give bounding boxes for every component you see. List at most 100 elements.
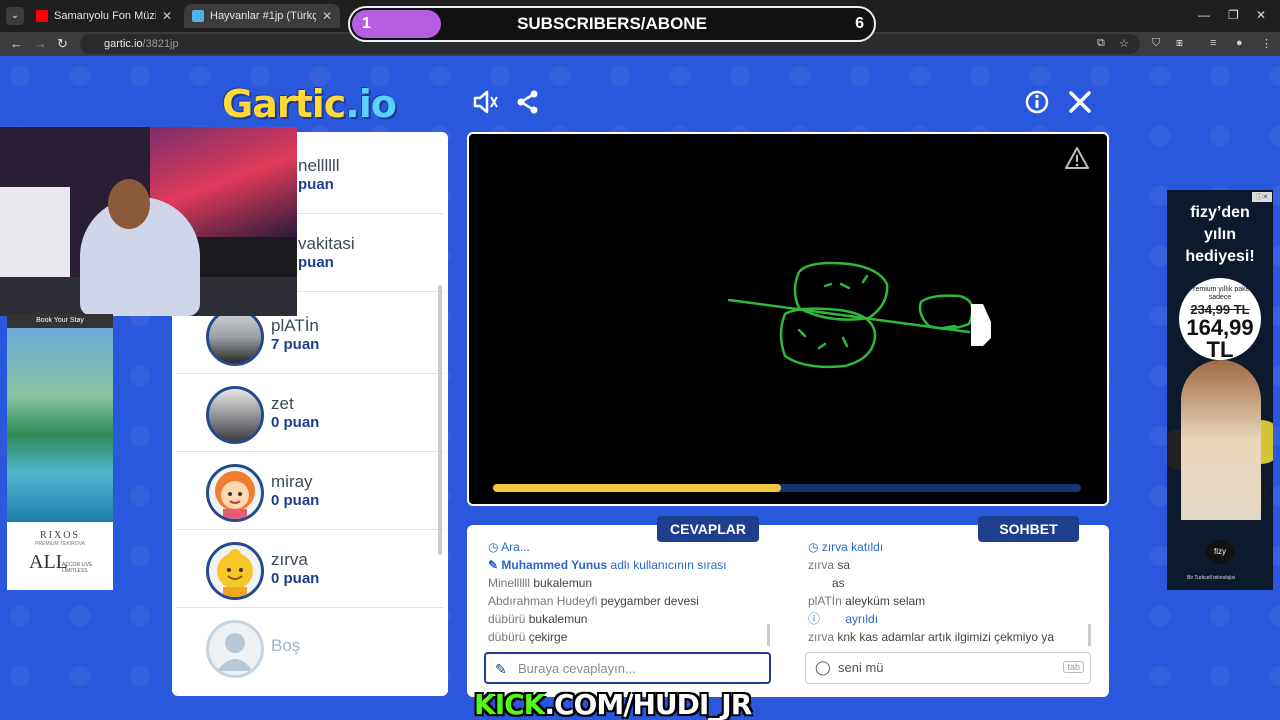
webcam-overlay: [0, 127, 297, 316]
message-user: Muhammed Yunus: [501, 558, 608, 572]
avatar-boy-icon: [206, 542, 264, 600]
kick-prefix: KICK: [474, 688, 545, 720]
round-timer-fill: [493, 484, 782, 492]
answer-input[interactable]: ✎ Buraya cevaplayın...: [484, 652, 771, 684]
ad-right[interactable]: fizy’den yılın hediyesi! Premium yıllık …: [1167, 190, 1273, 590]
forward-icon[interactable]: →: [34, 36, 47, 51]
share-icon[interactable]: [516, 90, 540, 119]
message-user: plATİn: [808, 594, 842, 608]
list-item: ✎ Muhammed Yunus adlı kullanıcının sıras…: [488, 556, 768, 574]
logo-suffix: .io: [345, 82, 397, 126]
list-item: zırva sa: [808, 556, 1088, 574]
search-system-icon: ◷: [488, 540, 502, 554]
ad-left-photo: [7, 328, 113, 522]
player-points: 0 puan: [271, 570, 320, 587]
chat-scrollbar[interactable]: [1088, 624, 1091, 646]
ad-info-icon[interactable]: ⓘ✕: [1252, 192, 1272, 202]
browser-tab-gartic[interactable]: Hayvanlar #1jp (Türkçe) - Gartic ✕: [184, 4, 340, 28]
message-text: adlı kullanıcının sırası: [610, 558, 727, 572]
drawing-canvas[interactable]: [467, 132, 1109, 506]
close-tab-icon[interactable]: ✕: [322, 9, 332, 23]
list-item: Abdırahman Hudeyfi peygamber devesi: [488, 592, 768, 610]
close-tab-icon[interactable]: ✕: [162, 9, 172, 23]
info-icon[interactable]: [1025, 90, 1049, 119]
message-text: çekirge: [528, 630, 568, 644]
kick-channel-overlay: KICK.COM/HUDI_JR: [474, 688, 752, 720]
info-small-icon: ⓘ: [808, 612, 824, 626]
media-icon[interactable]: ≡: [1210, 37, 1216, 49]
tab-title: Samanyolu Fon Müziği - YouTu: [54, 10, 156, 22]
chat-input-value: seni mü: [838, 660, 884, 675]
install-icon[interactable]: ⧉: [1097, 37, 1105, 50]
message-text: Ara...: [501, 540, 530, 554]
bookmark-star-icon[interactable]: ☆: [1119, 37, 1129, 50]
browser-tab-youtube[interactable]: Samanyolu Fon Müziği - YouTu ✕: [28, 4, 180, 28]
minimize-icon[interactable]: —: [1198, 8, 1210, 22]
sound-icon[interactable]: [472, 90, 500, 119]
extensions-icon[interactable]: ⧆: [1176, 37, 1183, 50]
gartic-logo: Gartic.io: [222, 82, 397, 126]
message-user: zırva: [808, 558, 835, 572]
message-text: knk kas adamlar artık ilgimizi çekmiyo y…: [837, 630, 1055, 644]
player-name: nellllll: [298, 156, 340, 175]
youtube-icon: [36, 10, 48, 22]
tab-title: Hayvanlar #1jp (Türkçe) - Gartic: [210, 10, 316, 22]
message-text: as: [832, 576, 845, 590]
pencil-icon: ✎: [488, 558, 502, 572]
tab-key-hint: tab: [1063, 661, 1084, 673]
message-text: aleyküm selam: [845, 594, 926, 608]
url-host: gartic.io: [104, 38, 143, 50]
ad-left[interactable]: Book Your Stay RIXOS PREMIUM TEKIROVA AL…: [7, 314, 113, 590]
close-window-icon[interactable]: ✕: [1256, 8, 1266, 22]
drawing: [727, 261, 991, 369]
answer-placeholder: Buraya cevaplayın...: [518, 661, 636, 676]
chat-list: ◷ zırva katıldı zırva sa as plATİn aleyk…: [808, 538, 1088, 646]
report-warning-icon[interactable]: [1064, 146, 1090, 170]
ad-left-brand: RIXOS: [39, 530, 80, 541]
kick-rest: .COM/HUDI_JR: [544, 688, 752, 720]
message-text: ayrıldı: [845, 612, 879, 626]
ad-left-header: Book Your Stay: [7, 314, 113, 328]
maximize-icon[interactable]: ❐: [1228, 8, 1239, 22]
shield-extension-icon[interactable]: ⛉: [1152, 37, 1160, 50]
player-points: 0 puan: [271, 414, 320, 431]
pencil-icon: ✎: [495, 661, 507, 677]
player-points: puan: [298, 176, 334, 193]
subscriber-goal-bar: 1 SUBSCRIBERS/ABONE 6: [348, 6, 876, 42]
back-icon[interactable]: ←: [10, 36, 23, 51]
player-row: zırva 0 puan: [176, 532, 444, 608]
profile-avatar-icon[interactable]: ●: [1236, 37, 1243, 49]
answers-scrollbar[interactable]: [767, 624, 770, 646]
list-item: ⓘ ayrıldı: [808, 610, 1088, 628]
url-path: /3821jp: [142, 38, 179, 50]
message-text: bukalemun: [533, 576, 593, 590]
player-name: plATİn: [271, 316, 319, 335]
message-text: bukalemun: [528, 612, 588, 626]
reload-icon[interactable]: ↻: [57, 36, 68, 52]
menu-kebab-icon[interactable]: ⋮: [1261, 37, 1272, 50]
message-user: Abdırahman Hudeyfi: [488, 594, 598, 608]
answers-list: ◷ Ara... ✎ Muhammed Yunus adlı kullanıcı…: [488, 538, 768, 646]
ad-left-brand-sub: PREMIUM TEKIROVA: [35, 541, 85, 547]
message-user: zırva: [808, 630, 835, 644]
chat-input[interactable]: ◯ seni mü tab: [805, 652, 1091, 684]
message-text: katıldı: [851, 540, 884, 554]
ad-left-accor: ACCOR LIVE LIMITLESS: [62, 562, 93, 574]
list-item: Minellllll bukalemun: [488, 574, 768, 592]
player-name: miray: [271, 472, 313, 491]
message-user: zırva: [821, 540, 848, 554]
list-item: ◷ zırva katıldı: [808, 538, 1088, 556]
webcam-pc: [0, 187, 70, 277]
avatar-girl-icon: [206, 464, 264, 522]
list-item: as: [808, 574, 1088, 592]
message-text: peygamber devesi: [600, 594, 699, 608]
ad-right-headline: fizy’den yılın hediyesi!: [1185, 204, 1255, 265]
close-icon[interactable]: [1068, 90, 1092, 119]
tab-search-button[interactable]: ⌄: [6, 7, 24, 25]
ad-right-fizy-logo: fizy: [1205, 540, 1235, 564]
message-user: Minellllll: [488, 576, 531, 590]
players-scrollbar[interactable]: [438, 285, 442, 555]
player-name: zet: [271, 394, 294, 413]
list-item: dübürü bukalemun: [488, 610, 768, 628]
player-row: zet 0 puan: [176, 376, 444, 452]
